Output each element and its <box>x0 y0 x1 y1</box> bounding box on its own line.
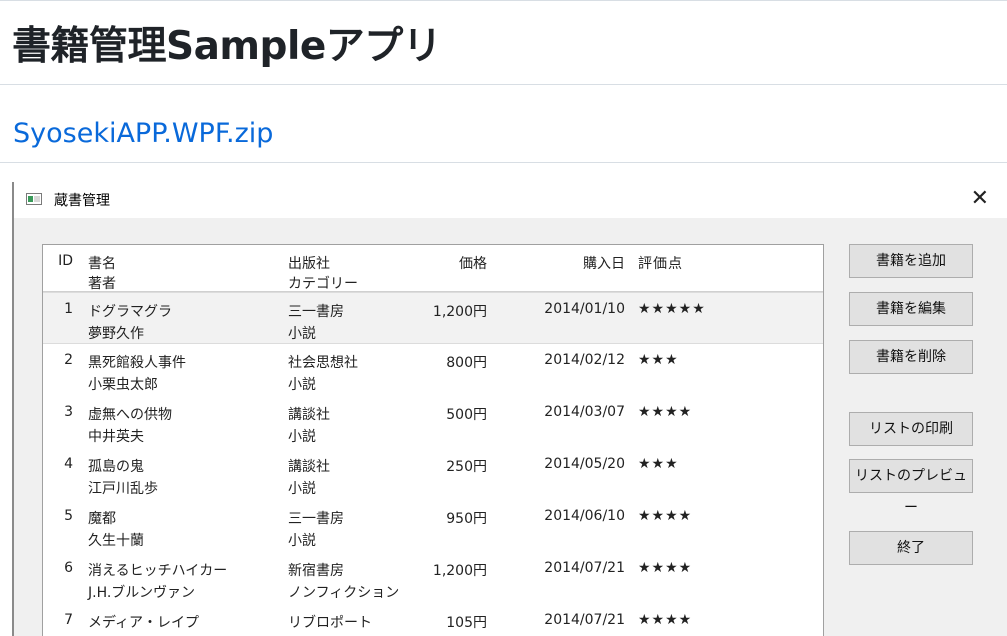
row-title: 虚無への供物 <box>88 407 172 423</box>
row-category: ノンフィクション <box>288 585 400 601</box>
preview-list-button[interactable]: リストのプレビュー <box>849 459 973 516</box>
row-publisher: 三一書房 <box>288 511 344 527</box>
row-id: 2 <box>64 352 73 368</box>
row-rating: ★★★ <box>638 456 679 472</box>
row-rating: ★★★★ <box>638 612 693 628</box>
row-id: 6 <box>64 560 73 576</box>
table-row[interactable]: 7 メディア・レイプ リブロポート 105円 2014/07/21 ★★★★ <box>43 604 823 636</box>
row-price: 500円 <box>446 407 487 423</box>
row-title: ドグラマグラ <box>88 304 172 320</box>
table-row[interactable]: 5 魔都久生十蘭 三一書房小説 950円 2014/06/10 ★★★★ <box>43 500 823 552</box>
row-rating: ★★★★ <box>638 560 693 576</box>
row-id: 1 <box>64 301 73 317</box>
close-icon[interactable]: ✕ <box>971 186 989 211</box>
row-publisher: 社会思想社 <box>288 355 358 371</box>
row-title: 魔都 <box>88 511 116 527</box>
row-author: J.H.ブルンヴァン <box>88 585 196 601</box>
row-author: 夢野久作 <box>88 326 144 342</box>
row-category: 小説 <box>288 533 316 549</box>
row-purchase-date: 2014/05/20 <box>544 456 625 472</box>
row-publisher: 講談社 <box>288 459 330 475</box>
row-publisher: 新宿書房 <box>288 563 344 579</box>
row-purchase-date: 2014/03/07 <box>544 404 625 420</box>
table-row[interactable]: 6 消えるヒッチハイカー J.H.ブルンヴァン 新宿書房ノンフィクション 1,200円 2… <box>43 552 823 604</box>
row-publisher: 講談社 <box>288 407 330 423</box>
row-rating: ★★★★★ <box>638 301 706 317</box>
row-category: 小説 <box>288 377 316 393</box>
row-rating: ★★★ <box>638 352 679 368</box>
header-title: 書名 <box>88 256 116 272</box>
zip-download-link[interactable]: SyosekiAPP.WPF.zip <box>13 114 273 154</box>
row-id: 5 <box>64 508 73 524</box>
row-price: 250円 <box>446 459 487 475</box>
header-publisher: 出版社 <box>288 256 330 272</box>
row-purchase-date: 2014/01/10 <box>544 301 625 317</box>
print-list-button[interactable]: リストの印刷 <box>849 412 973 446</box>
list-header: ID 書名 著者 出版社 カテゴリー 価格 購入日 評価点 <box>43 245 823 292</box>
row-rating: ★★★★ <box>638 508 693 524</box>
row-id: 3 <box>64 404 73 420</box>
row-purchase-date: 2014/06/10 <box>544 508 625 524</box>
row-author: 中井英夫 <box>88 429 144 445</box>
row-title: メディア・レイプ <box>88 615 200 631</box>
row-purchase-date: 2014/07/21 <box>544 612 625 628</box>
row-author: 久生十蘭 <box>88 533 144 549</box>
table-row[interactable]: 2 黒死館殺人事件 小栗虫太郎 社会思想社小説 800円 2014/02/12 ★★★ <box>43 344 823 396</box>
app-window-screenshot: 蔵書管理 ✕ ID 書名 著者 出版社 カテゴリー 価格 購入日 評価点 1 ドグ… <box>12 182 1007 636</box>
top-divider <box>0 0 1007 1</box>
page-title: 書籍管理Sampleアプリ <box>12 24 442 69</box>
row-author: 小栗虫太郎 <box>88 377 158 393</box>
row-price: 800円 <box>446 355 487 371</box>
row-price: 1,200円 <box>432 563 487 579</box>
delete-book-button[interactable]: 書籍を削除 <box>849 340 973 374</box>
exit-button[interactable]: 終了 <box>849 531 973 565</box>
row-id: 4 <box>64 456 73 472</box>
title-divider <box>0 84 1007 85</box>
table-row[interactable]: 1 ドグラマグラ 夢野久作 三一書房小説 1,200円 2014/01/10 ★★★★★ <box>43 292 823 344</box>
row-purchase-date: 2014/07/21 <box>544 560 625 576</box>
table-row[interactable]: 4 孤島の鬼江戸川乱歩 講談社小説 250円 2014/05/20 ★★★ <box>43 448 823 500</box>
row-title: 黒死館殺人事件 <box>88 355 186 371</box>
row-category: 小説 <box>288 326 316 342</box>
list-rows: 1 ドグラマグラ 夢野久作 三一書房 小説 1,200円 2014/01/10 ★★★★★ 2 黒… <box>43 292 823 636</box>
row-title: 孤島の鬼 <box>88 459 144 475</box>
header-rating: 評価点 <box>638 256 683 272</box>
row-purchase-date: 2014/02/12 <box>544 352 625 368</box>
window-titlebar: 蔵書管理 ✕ <box>14 182 1007 218</box>
row-author: 江戸川乱歩 <box>88 481 158 497</box>
row-publisher: リブロポート <box>288 615 372 631</box>
edit-book-button[interactable]: 書籍を編集 <box>849 292 973 326</box>
table-row[interactable]: 3 虚無への供物 中井英夫 講談社小説 500円 2014/03/07 ★★★★ <box>43 396 823 448</box>
header-author: 著者 <box>88 276 116 292</box>
link-divider <box>0 162 1007 163</box>
row-id: 7 <box>64 612 73 628</box>
row-category: 小説 <box>288 481 316 497</box>
row-price: 950円 <box>446 511 487 527</box>
row-publisher: 三一書房 <box>288 304 344 320</box>
header-category: カテゴリー <box>288 276 358 292</box>
window-title: 蔵書管理 <box>54 193 110 209</box>
header-price: 価格 <box>459 256 487 272</box>
row-category: 小説 <box>288 429 316 445</box>
row-title: 消えるヒッチハイカー <box>88 563 228 579</box>
header-purchase-date: 購入日 <box>583 256 625 272</box>
book-list[interactable]: ID 書名 著者 出版社 カテゴリー 価格 購入日 評価点 1 ドグラマグラ 夢野久… <box>42 244 824 636</box>
header-id: ID <box>58 253 73 269</box>
row-price: 105円 <box>446 615 487 631</box>
row-price: 1,200円 <box>432 304 487 320</box>
row-rating: ★★★★ <box>638 404 693 420</box>
app-window-icon <box>26 193 42 205</box>
add-book-button[interactable]: 書籍を追加 <box>849 244 973 278</box>
